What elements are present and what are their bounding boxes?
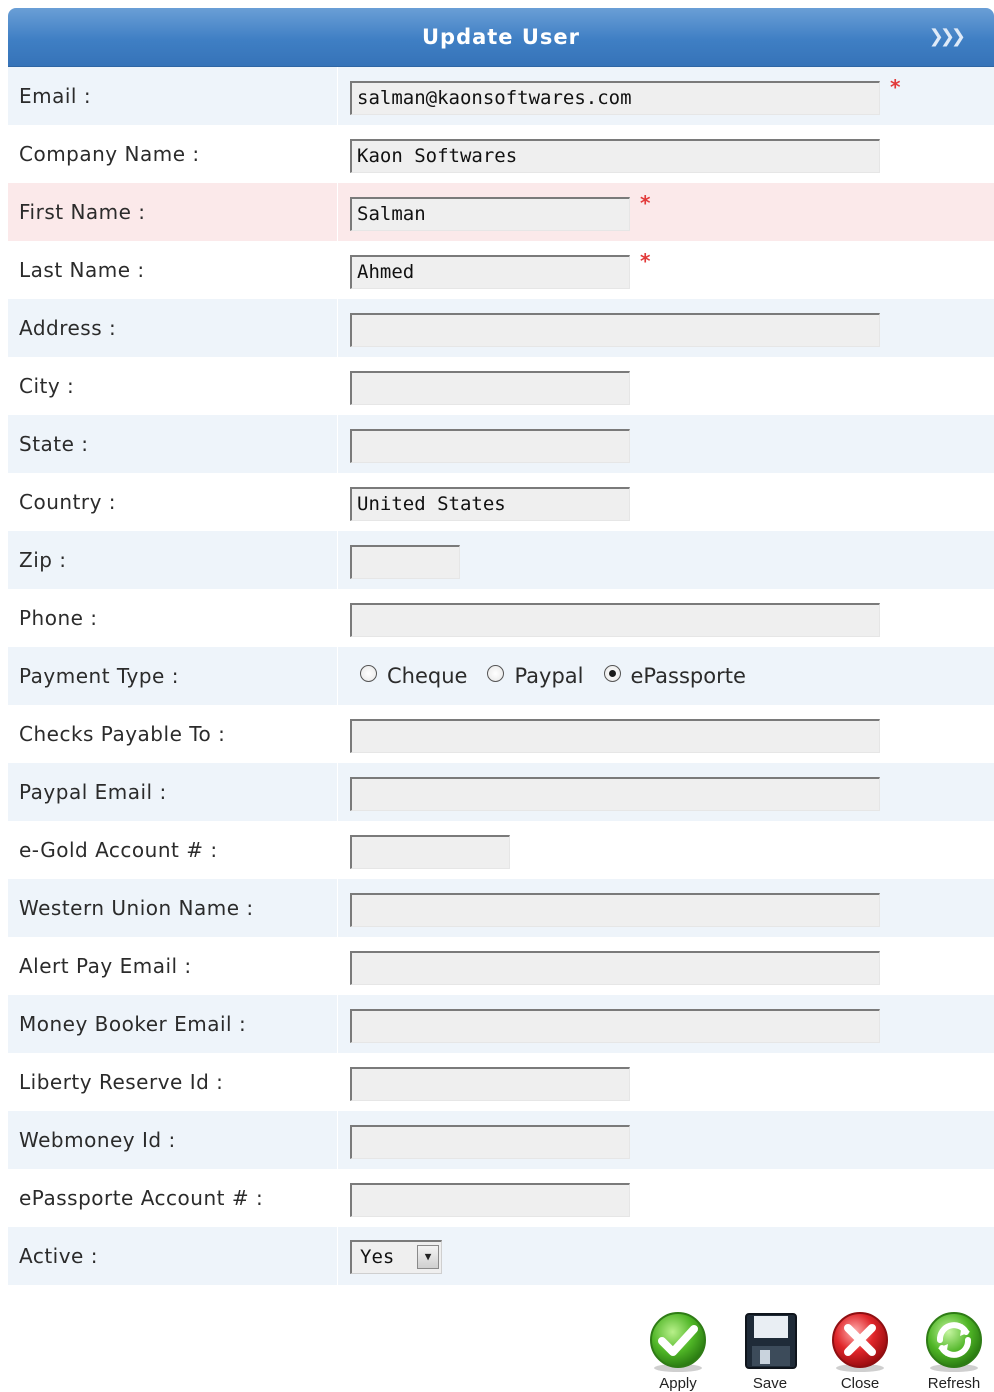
form-row-alert-pay-email: Alert Pay Email : [8,937,994,995]
form-row-last-name: Last Name : Ahmed * [8,241,994,299]
refresh-button[interactable]: Refresh [914,1310,994,1392]
required-marker: * [640,191,651,215]
liberty-reserve-id-field[interactable] [350,1067,630,1101]
webmoney-id-field[interactable] [350,1125,630,1159]
field-label: Money Booker Email : [8,995,338,1053]
first-name-field[interactable]: Salman [350,197,630,231]
dropdown-arrow-icon[interactable]: ▼ [417,1245,439,1269]
radio-label: Cheque [387,664,468,688]
radio-button[interactable] [360,664,377,682]
email-field[interactable]: salman@kaonsoftwares.com [350,81,880,115]
form-row-paypal-email: Paypal Email : [8,763,994,821]
field-label: Liberty Reserve Id : [8,1053,338,1111]
field-label: Zip : [8,531,338,589]
close-button[interactable]: Close [820,1310,900,1392]
collapse-arrows-icon[interactable]: ❯❯❯ [929,26,966,47]
field-label: Country : [8,473,338,531]
field-label: Phone : [8,589,338,647]
payment-option-cheque[interactable]: Cheque [360,646,467,706]
payment-type-radio-group: Cheque Paypal ePassporte [360,647,766,705]
field-label: Active : [8,1227,338,1285]
field-label: Western Union Name : [8,879,338,937]
paypal-email-field[interactable] [350,777,880,811]
form-row-epassporte-account: ePassporte Account # : [8,1169,994,1227]
apply-button[interactable]: Apply [638,1310,718,1392]
radio-label: Paypal [514,664,584,688]
form-row-state: State : [8,415,994,473]
radio-button-selected[interactable] [603,664,621,682]
form-row-city: City : [8,357,994,415]
company-name-field[interactable]: Kaon Softwares [350,139,880,173]
form-row-email: Email : salman@kaonsoftwares.com * [8,67,994,125]
field-label: State : [8,415,338,473]
close-button-label: Close [840,1375,880,1392]
radio-label: ePassporte [630,664,746,688]
egold-account-field[interactable] [350,835,510,869]
form-row-checks-payable-to: Checks Payable To : [8,705,994,763]
field-label: e-Gold Account # : [8,821,338,879]
active-select[interactable]: Yes ▼ [350,1240,442,1274]
form-row-egold-account: e-Gold Account # : [8,821,994,879]
active-select-value: Yes [360,1246,395,1268]
country-field[interactable]: United States [350,487,630,521]
city-field[interactable] [350,371,630,405]
payment-option-epassporte[interactable]: ePassporte [603,646,746,706]
checks-payable-to-field[interactable] [350,719,880,753]
form-row-country: Country : United States [8,473,994,531]
phone-field[interactable] [350,603,880,637]
required-marker: * [640,249,651,273]
radio-button[interactable] [487,664,505,682]
field-label: Address : [8,299,338,357]
refresh-icon [926,1312,982,1372]
form-row-webmoney-id: Webmoney Id : [8,1111,994,1169]
form-row-company-name: Company Name : Kaon Softwares [8,125,994,183]
form-row-address: Address : [8,299,994,357]
state-field[interactable] [350,429,630,463]
form-row-first-name: First Name : Salman * [8,183,994,241]
payment-option-paypal[interactable]: Paypal [487,646,584,706]
form-row-zip: Zip : [8,531,994,589]
field-label: First Name : [8,183,338,241]
required-marker: * [890,75,901,99]
field-label: ePassporte Account # : [8,1169,338,1227]
field-label: Checks Payable To : [8,705,338,763]
update-user-panel: Update User ❯❯❯ Email : salman@kaonsoftw… [8,8,994,1285]
close-icon [832,1312,888,1372]
field-label: Alert Pay Email : [8,937,338,995]
western-union-name-field[interactable] [350,893,880,927]
alert-pay-email-field[interactable] [350,951,880,985]
form-row-active: Active : Yes ▼ [8,1227,994,1285]
field-label: City : [8,357,338,415]
save-button[interactable]: Save [730,1310,810,1392]
form-row-western-union-name: Western Union Name : [8,879,994,937]
panel-header: Update User ❯❯❯ [8,8,994,67]
button-bar: Apply Save Close Refresh [8,1290,994,1392]
address-field[interactable] [350,313,880,347]
field-label: Company Name : [8,125,338,183]
refresh-button-label: Refresh [927,1375,981,1392]
form-row-money-booker-email: Money Booker Email : [8,995,994,1053]
last-name-field[interactable]: Ahmed [350,255,630,289]
form-row-phone: Phone : [8,589,994,647]
field-label: Last Name : [8,241,338,299]
apply-button-label: Apply [659,1375,697,1392]
field-label: Payment Type : [8,647,338,705]
zip-field[interactable] [350,545,460,579]
save-button-label: Save [752,1375,788,1392]
money-booker-email-field[interactable] [350,1009,880,1043]
field-label: Paypal Email : [8,763,338,821]
panel-title: Update User [421,25,581,49]
check-icon [650,1312,706,1372]
epassporte-account-field[interactable] [350,1183,630,1217]
form-row-payment-type: Payment Type : Cheque Paypal ePassporte [8,647,994,705]
floppy-disk-icon [745,1313,797,1369]
form-row-liberty-reserve-id: Liberty Reserve Id : [8,1053,994,1111]
field-label: Email : [8,67,338,125]
field-label: Webmoney Id : [8,1111,338,1169]
